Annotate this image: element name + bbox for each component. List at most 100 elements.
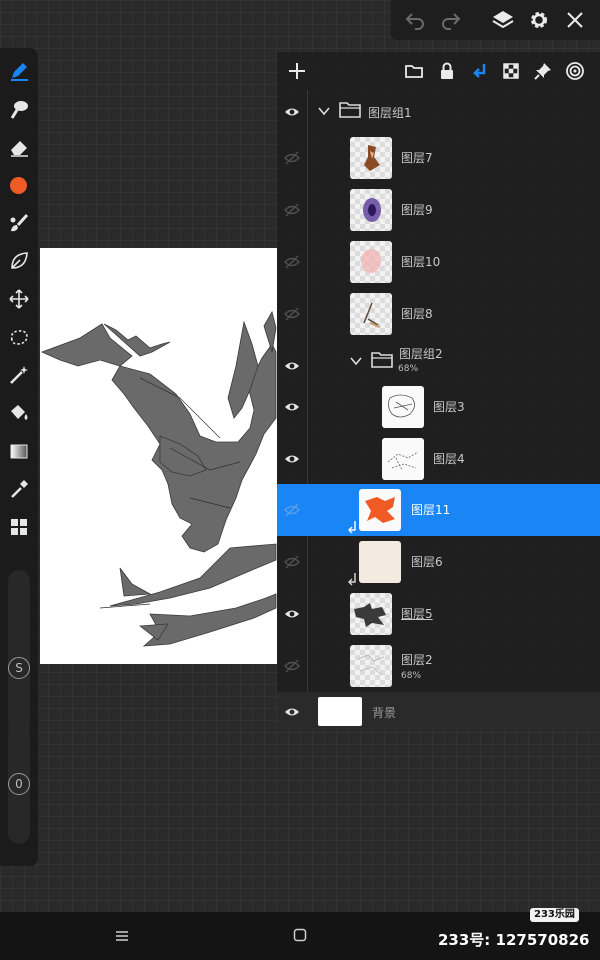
undo-button[interactable] [397,0,433,40]
add-layer-icon [289,63,305,79]
background-thumbnail [318,697,362,726]
redo-icon [442,13,461,30]
layer-row[interactable]: 图层4 [277,433,600,485]
eye-off-icon[interactable] [284,202,300,218]
brush-size-slider[interactable] [8,570,30,734]
eye-icon[interactable] [284,358,300,374]
eye-off-icon[interactable] [284,254,300,270]
grid-tool[interactable] [4,512,34,542]
new-group-button[interactable] [401,58,427,84]
brush-tool[interactable] [4,208,34,238]
menu-icon[interactable] [114,928,130,944]
checker-icon [503,63,519,79]
eye-off-icon[interactable] [284,502,300,518]
background-layer-name: 背景 [372,706,397,720]
eraser-icon [11,141,28,157]
lock-button[interactable] [434,58,460,84]
layer-thumbnail [350,593,392,635]
layer-name: 图层组1 [368,106,412,120]
eye-off-icon[interactable] [284,150,300,166]
layer-name: 图层5 [401,607,433,621]
top-toolbar [391,0,600,40]
fill-bucket-tool[interactable] [4,398,34,428]
watermark-text: 233号: 127570826 [438,931,590,949]
layer-row-selected[interactable]: 图层11 [277,484,600,536]
eye-off-icon[interactable] [284,658,300,674]
transform-tool[interactable] [4,284,34,314]
gradient-icon [10,444,28,459]
smudge-tool[interactable] [4,94,34,124]
layer-name: 图层3 [433,400,465,414]
transparency-lock-button[interactable] [498,58,524,84]
close-button[interactable] [557,0,593,40]
chevron-down-icon[interactable] [349,354,363,368]
eye-icon[interactable] [284,606,300,622]
clip-indicator-icon [348,521,356,534]
layer-row[interactable]: 图层8 [277,288,600,340]
active-color-dot [10,177,27,194]
layer-group-row[interactable]: 图层组1 [277,86,600,138]
layer-name: 图层4 [433,452,465,466]
layer-row[interactable]: 图层6 [277,536,600,588]
gear-icon [531,12,547,28]
clip-indicator-icon [348,573,356,586]
layer-row[interactable]: 图层7 [277,132,600,184]
settings-button[interactable] [521,0,557,40]
layer-thumbnail [350,241,392,283]
spiral-icon [566,62,584,80]
layer-opacity: 68% [398,364,419,374]
layer-thumbnail [382,386,424,428]
home-icon[interactable] [293,928,307,942]
layer-name: 图层11 [411,503,451,517]
grid-icon [11,519,27,535]
add-layer-button[interactable] [284,58,310,84]
brush-icon [10,213,29,232]
layer-row[interactable]: 图层10 [277,236,600,288]
layer-thumbnail [359,541,401,583]
eye-icon[interactable] [284,104,300,120]
canvas-artwork [40,310,277,647]
layer-row[interactable]: 图层3 [277,381,600,433]
eye-icon[interactable] [284,704,300,720]
layer-name: 图层10 [401,255,441,269]
pin-button[interactable] [530,58,556,84]
eye-off-icon[interactable] [284,554,300,570]
layer-row[interactable]: 图层9 [277,184,600,236]
magic-wand-tool[interactable] [4,360,34,390]
layer-row[interactable]: 图层5 [277,588,600,640]
brush-size-badge: S [8,657,30,679]
background-layer-row[interactable]: 背景 [277,692,600,732]
layer-thumbnail [382,438,424,480]
eye-icon[interactable] [284,399,300,415]
eye-off-icon[interactable] [284,306,300,322]
undo-icon [405,13,424,30]
layer-thumbnail [359,489,401,531]
redo-button[interactable] [433,0,469,40]
eraser-tool[interactable] [4,132,34,162]
reference-button[interactable] [562,58,588,84]
clip-button[interactable] [467,58,493,84]
selection-tool[interactable] [4,322,34,352]
clip-icon [473,64,486,78]
left-toolbar: S 0 [0,48,38,866]
eye-icon[interactable] [284,451,300,467]
layer-row[interactable]: 图层2 68% [277,640,600,692]
app-window: S 0 图层组1 图层7 图层9 图层10 图层8 图层组2 68% 图层3 图… [0,0,600,960]
color-swatch[interactable] [4,170,34,200]
layers-button[interactable] [485,0,521,40]
layers-icon [492,11,514,29]
layer-opacity: 68% [401,671,422,681]
eyedropper-tool[interactable] [4,474,34,504]
pen-tool[interactable] [4,56,34,86]
gradient-tool[interactable] [4,436,34,466]
close-icon [567,12,583,28]
lasso-leaf-icon [11,252,28,269]
lasso-leaf-tool[interactable] [4,246,34,276]
layer-name: 图层8 [401,307,433,321]
chevron-down-icon[interactable] [317,104,331,118]
drawing-canvas[interactable] [40,248,277,664]
brush-opacity-badge: 0 [8,773,30,795]
layer-thumbnail [350,293,392,335]
eyedropper-icon [11,480,28,498]
layer-thumbnail [350,137,392,179]
